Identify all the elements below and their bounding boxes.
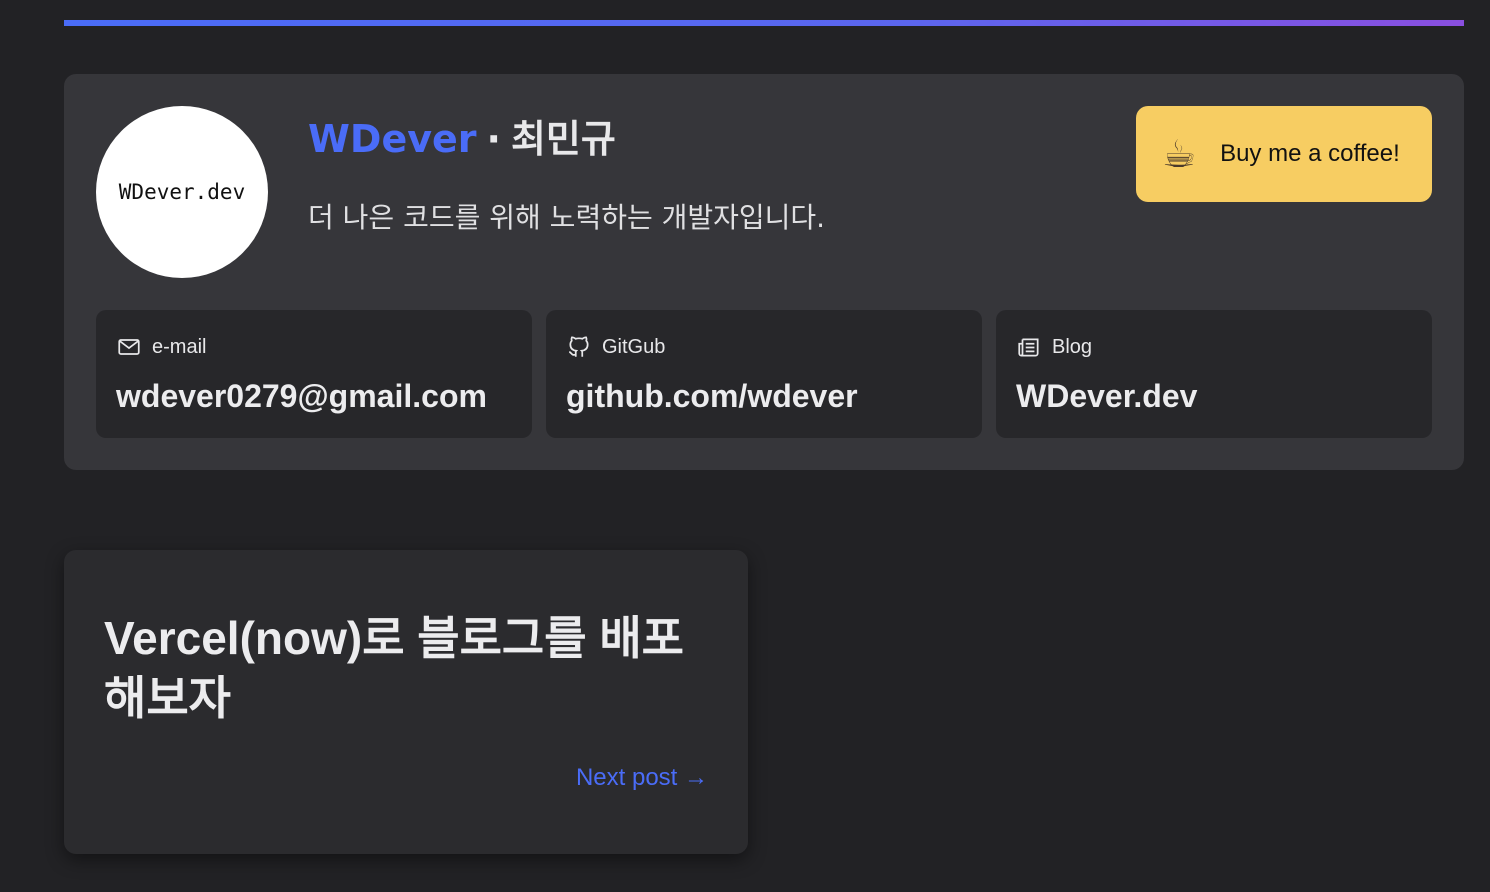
contact-email-card[interactable]: e-mail wdever0279@gmail.com <box>96 310 532 438</box>
github-icon <box>568 336 589 357</box>
author-bio: 더 나은 코드를 위해 노력하는 개발자입니다. <box>308 201 826 234</box>
author-handle: WDever <box>308 117 477 161</box>
page: WDever.dev WDever · 최민규 더 나은 코드를 위해 노력하는 개… <box>0 0 1490 892</box>
author-name: WDever · 최민규 <box>308 114 616 164</box>
contact-blog-value: WDever.dev <box>1016 378 1198 414</box>
contact-github-kind: GitGub <box>602 335 666 358</box>
avatar: WDever.dev <box>96 106 268 278</box>
coffee-icon: ☕ <box>1162 132 1197 176</box>
buy-me-a-coffee-button[interactable]: ☕ Buy me a coffee! <box>1136 106 1432 202</box>
contact-email-header: e-mail <box>116 334 512 360</box>
contact-github-header: GitGub <box>566 334 962 360</box>
mail-icon <box>118 339 140 355</box>
author-profile-card: WDever.dev WDever · 최민규 더 나은 코드를 위해 노력하는 개… <box>64 74 1464 470</box>
newspaper-icon <box>1018 338 1039 357</box>
author-real-name: 최민규 <box>510 117 616 161</box>
gradient-divider <box>64 20 1464 26</box>
contact-github-value: github.com/wdever <box>566 378 858 414</box>
next-post-card[interactable]: Vercel(now)로 블로그를 배포해보자 Next post → <box>64 550 748 854</box>
contact-email-value: wdever0279@gmail.com <box>116 378 487 414</box>
name-separator: · <box>486 117 501 161</box>
contact-github-card[interactable]: GitGub github.com/wdever <box>546 310 982 438</box>
contact-email-kind: e-mail <box>152 335 207 358</box>
contact-blog-header: Blog <box>1016 334 1412 360</box>
next-post-link[interactable]: Next post → <box>576 764 708 792</box>
next-post-title: Vercel(now)로 블로그를 배포해보자 <box>104 612 684 724</box>
avatar-text: WDever.dev <box>118 180 246 204</box>
coffee-button-label: Buy me a coffee! <box>1220 140 1400 167</box>
contact-blog-kind: Blog <box>1052 335 1093 358</box>
contact-blog-card[interactable]: Blog WDever.dev <box>996 310 1432 438</box>
